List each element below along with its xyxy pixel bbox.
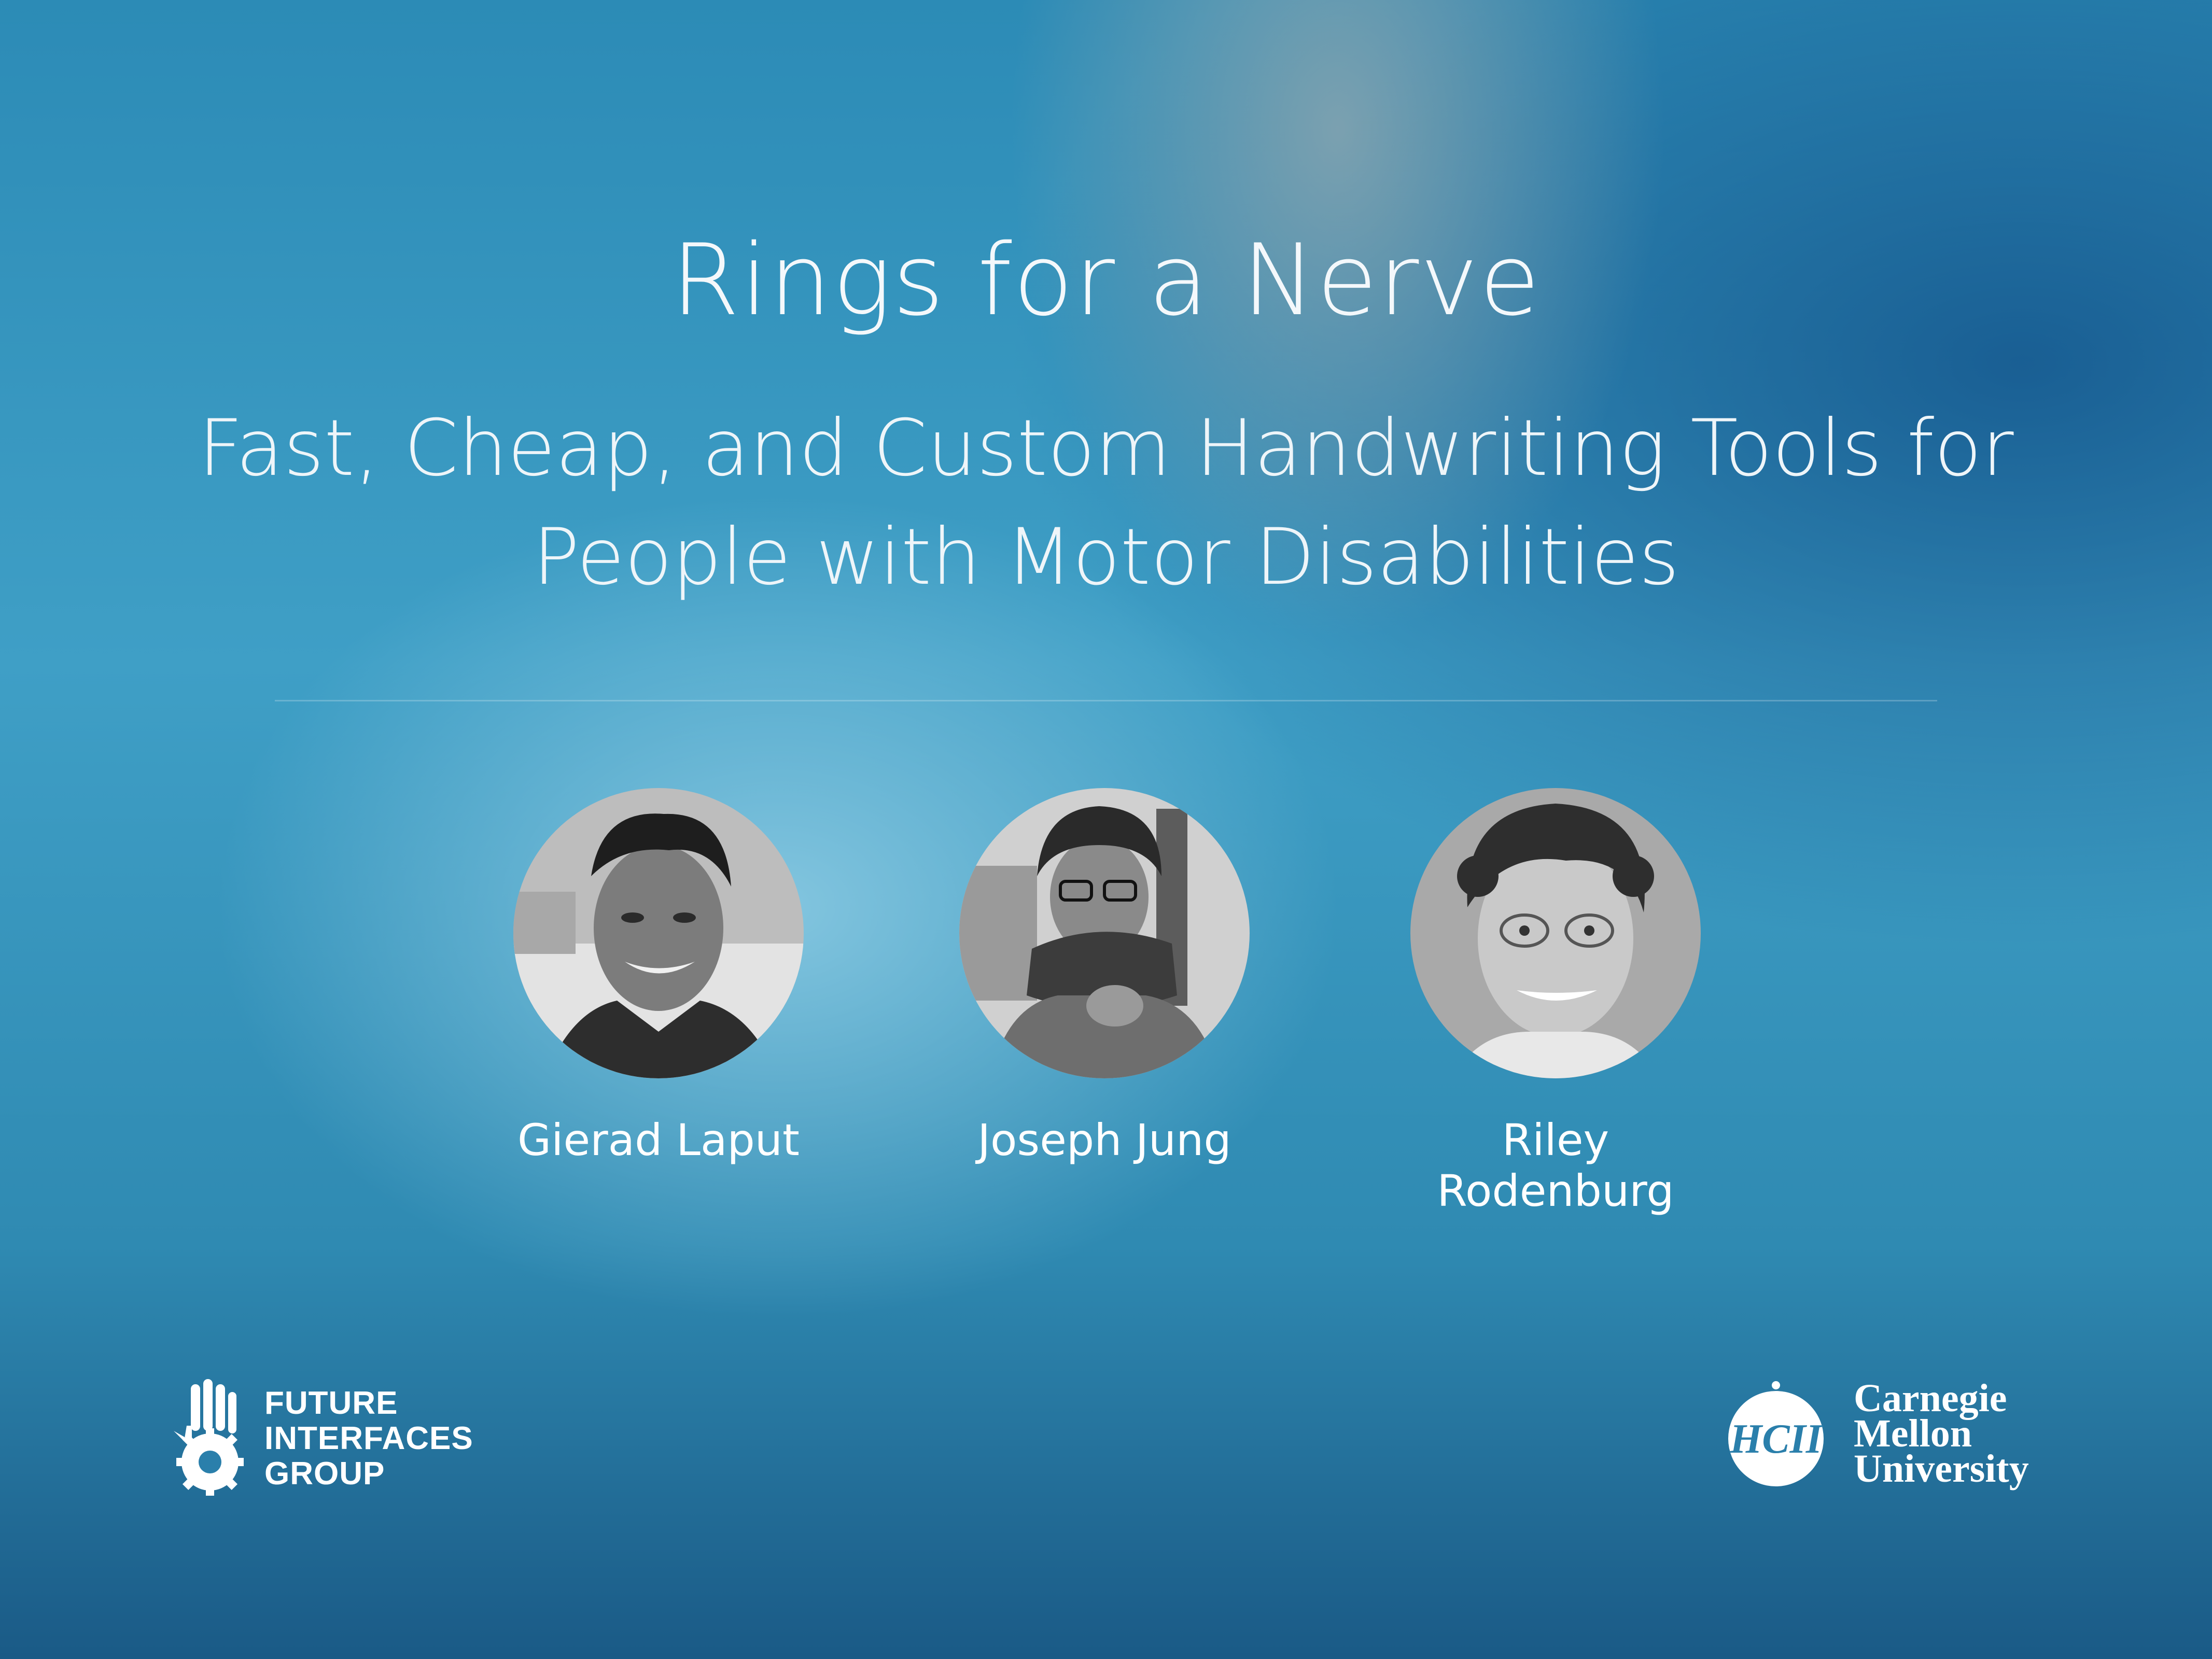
title-slide: Rings for a Nerve Fast, Cheap, and Custo… (0, 0, 2212, 1659)
hcii-circle-icon: HCII (1728, 1381, 1824, 1486)
fig-logo-text: FUTURE INTERFACES GROUP (264, 1386, 473, 1492)
cmu-logo-line-2: Mellon (1854, 1412, 1972, 1455)
cmu-logo-line-3: University (1854, 1447, 2029, 1491)
fig-logo-line-1: FUTURE (264, 1385, 398, 1421)
author-photo (513, 788, 804, 1078)
author-name: Riley Rodenburg (1437, 1115, 1674, 1216)
author-card: Riley Rodenburg (1395, 788, 1716, 1216)
fig-logo-line-3: GROUP (264, 1456, 385, 1492)
author-photo (1410, 788, 1701, 1078)
author-card: Joseph Jung (944, 788, 1265, 1165)
author-photo (959, 788, 1250, 1078)
slide-title: Rings for a Nerve (671, 223, 1541, 338)
hcii-badge-text: HCII (1729, 1416, 1824, 1462)
subtitle-line-1: Fast, Cheap, and Custom Handwriting Tool… (198, 403, 2014, 494)
subtitle-line-2: People with Motor Disabilities (533, 512, 1679, 602)
author-name: Joseph Jung (977, 1115, 1231, 1165)
author-card: Gierad Laput (498, 788, 819, 1165)
cmu-logo-line-1: Carnegie (1854, 1376, 2007, 1420)
author-name: Gierad Laput (517, 1115, 800, 1165)
author-photo-graphic (513, 788, 804, 1078)
slide-subtitle: Fast, Cheap, and Custom Handwriting Tool… (156, 394, 2056, 612)
cmu-logo-text: Carnegie Mellon University (1854, 1376, 2029, 1491)
cmu-hcii-logo: HCII Carnegie Mellon University (1727, 1379, 2029, 1488)
author-photo-graphic (1410, 788, 1701, 1078)
future-interfaces-group-logo: FUTURE INTERFACES GROUP (171, 1379, 473, 1498)
fig-logo-line-2: INTERFACES (264, 1421, 473, 1456)
author-photo-graphic (959, 788, 1250, 1078)
hand-gear-icon (174, 1379, 244, 1496)
divider-line (275, 700, 1937, 701)
